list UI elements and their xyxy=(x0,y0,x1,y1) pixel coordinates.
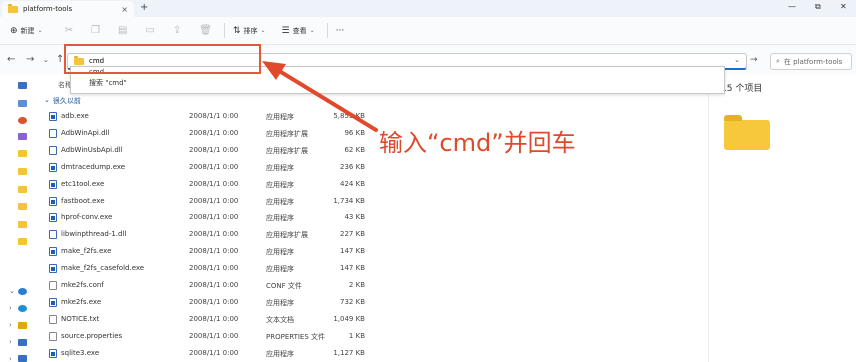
annotation-arrow xyxy=(262,61,378,132)
annotation-text: 输入“cmd”并回车 xyxy=(379,129,576,157)
